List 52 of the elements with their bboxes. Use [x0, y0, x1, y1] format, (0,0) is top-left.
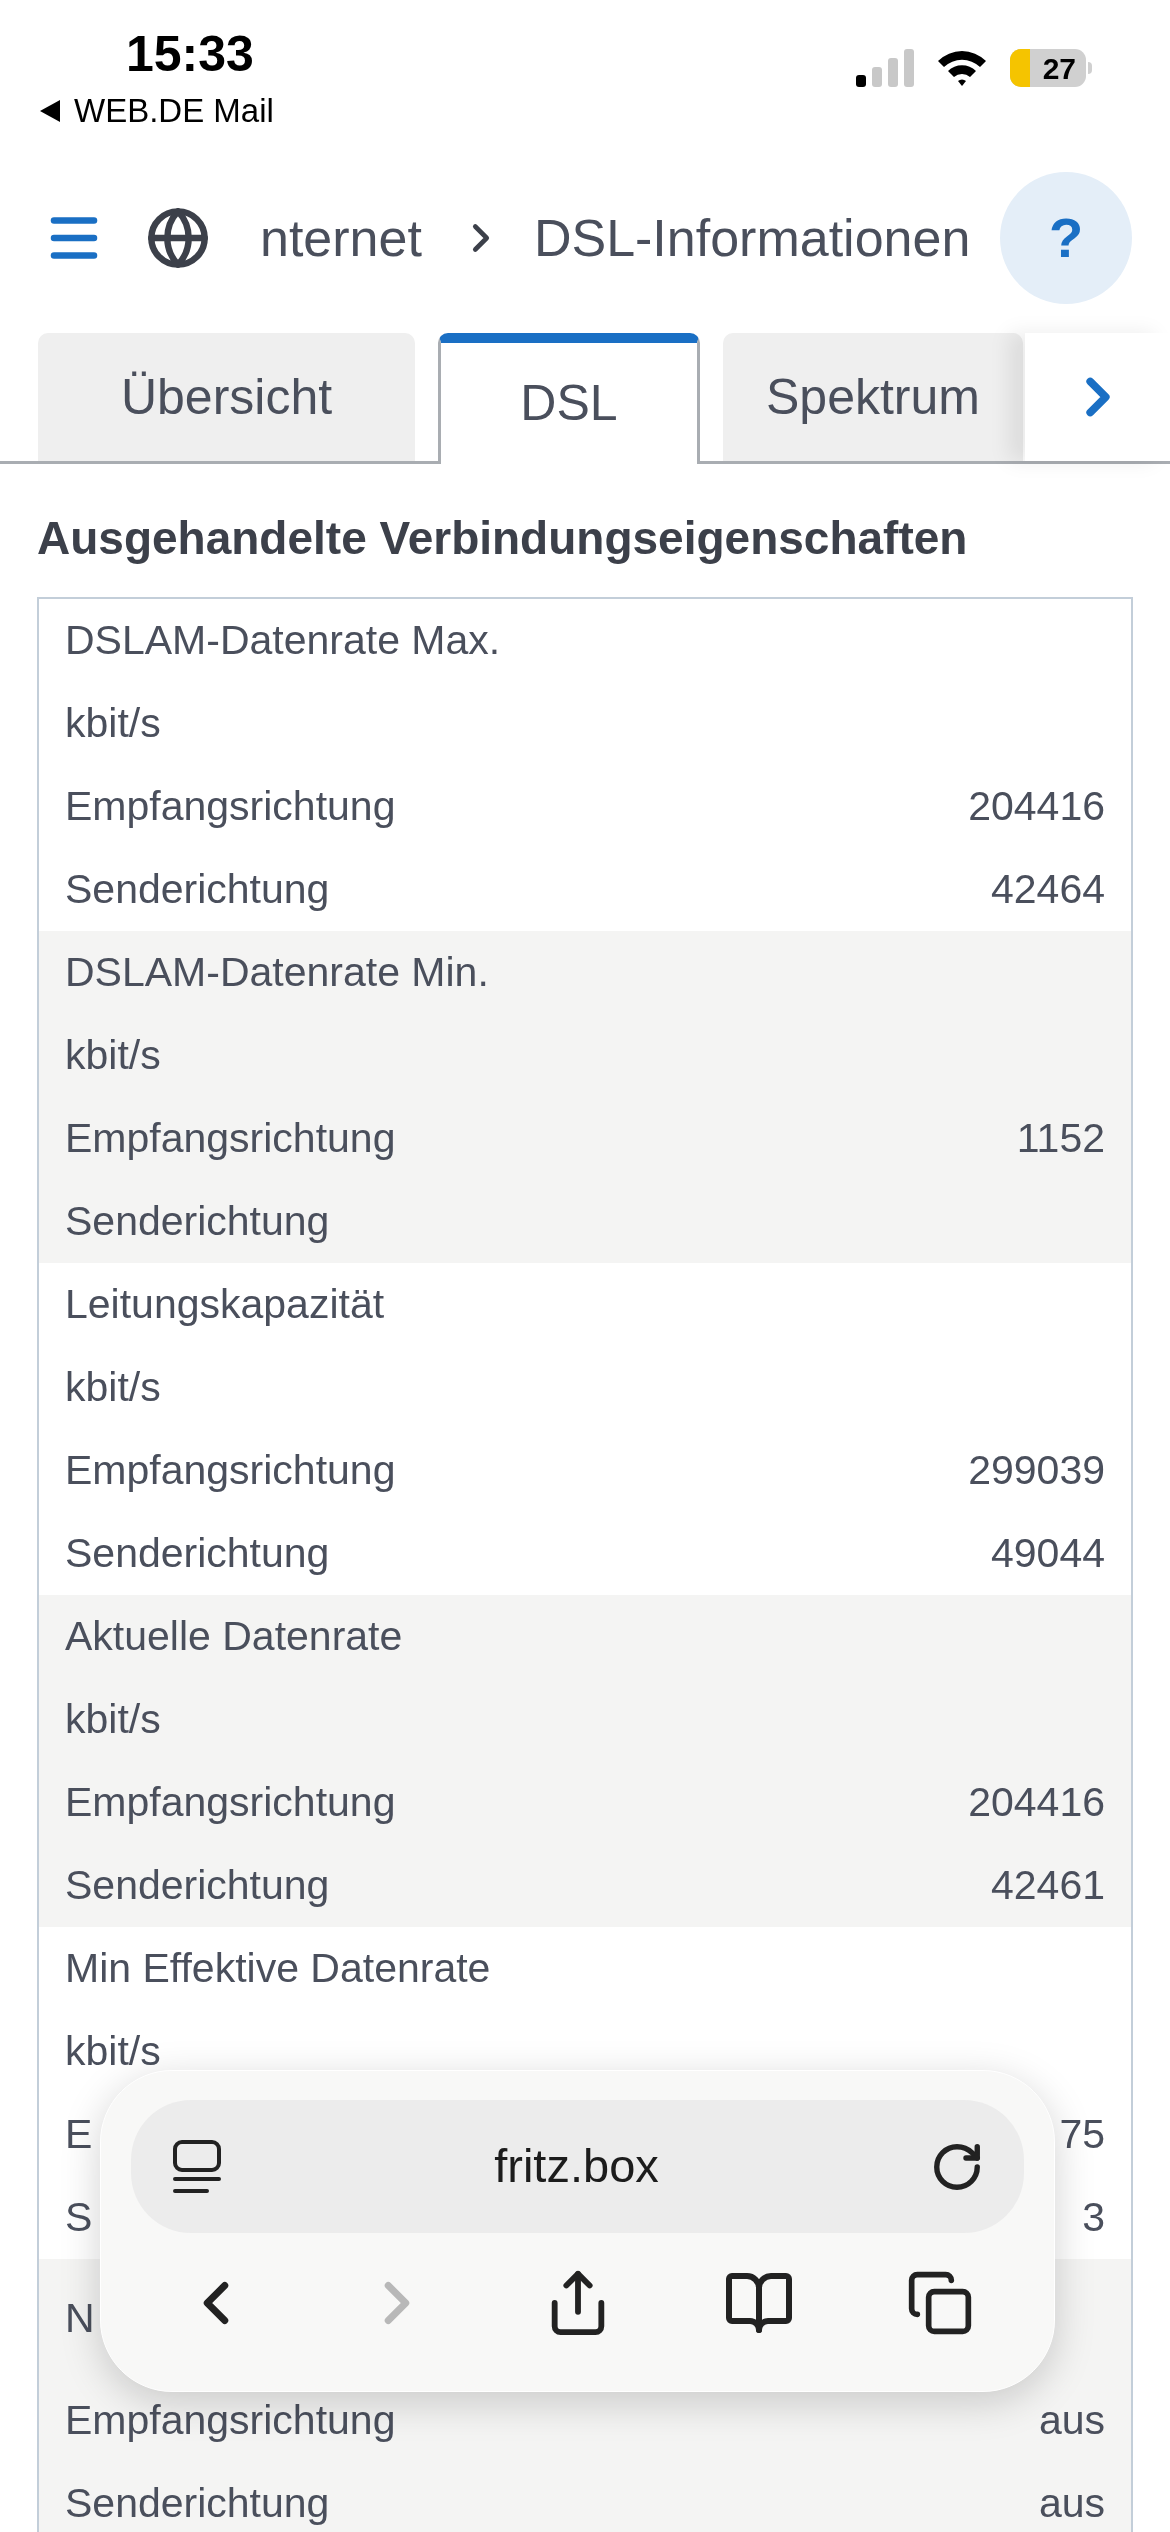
reader-icon[interactable] [171, 2138, 223, 2195]
tabs-icon[interactable] [906, 2269, 974, 2337]
row-value: 299039 [968, 1445, 1105, 1495]
tab[interactable]: Spektrum [723, 333, 1023, 461]
section-title: Ausgehandelte Verbindungseigenschaften [36, 511, 969, 566]
tab[interactable]: Übersicht [38, 333, 415, 461]
row-value: 204416 [968, 781, 1105, 831]
row-value: 3 [1082, 2192, 1105, 2242]
row-label: Senderichtung [65, 864, 330, 914]
unit-label: kbit/s [65, 2026, 161, 2076]
row-label: Senderichtung [65, 1528, 330, 1578]
row-label: Empfangsrichtung [65, 1445, 396, 1495]
row-label: Empfangsrichtung [65, 1777, 396, 1827]
row-label: Empfangsrichtung [65, 2395, 396, 2445]
breadcrumb-current: DSL-Informationen [533, 207, 971, 269]
row-value: 204416 [968, 1777, 1105, 1827]
row-label: Empfangsrichtung [65, 1113, 396, 1163]
battery-level: 27 [1042, 50, 1076, 87]
address-bar[interactable]: fritz.box [131, 2100, 1024, 2233]
row-label: E [65, 2109, 93, 2159]
row-label: Empfangsrichtung [65, 781, 396, 831]
row-value: 1152 [1016, 1113, 1105, 1163]
status-time: 15:33 [125, 25, 255, 84]
row-value: aus [1038, 2478, 1105, 2528]
unit-label: kbit/s [65, 1694, 161, 1744]
globe-icon[interactable] [146, 205, 210, 270]
row-label: Senderichtung [65, 1860, 330, 1910]
unit-label: kbit/s [65, 1030, 161, 1080]
group-title: Aktuelle Datenrate [65, 1611, 403, 1661]
row-value: 42461 [991, 1860, 1105, 1910]
back-app-link[interactable]: WEB.DE Mail [74, 86, 274, 136]
row-label: Senderichtung [65, 2478, 330, 2528]
group-title: DSLAM-Datenrate Max. [65, 615, 501, 665]
unit-label: kbit/s [65, 1362, 161, 1412]
row-value: aus [1038, 2395, 1105, 2445]
unit-label: kbit/s [65, 698, 161, 748]
group-title: Leitungskapazität [65, 1279, 385, 1329]
url-text[interactable]: fritz.box [494, 2131, 659, 2202]
group-title: N [65, 2294, 95, 2344]
row-label: S [65, 2192, 93, 2242]
breadcrumb-link[interactable]: nternet [260, 198, 422, 277]
signal-icon [856, 49, 914, 87]
tab[interactable]: DSL [438, 333, 700, 464]
back-triangle-icon[interactable] [38, 97, 62, 124]
row-label: Senderichtung [65, 1196, 330, 1246]
group-title: DSLAM-Datenrate Min. [65, 947, 489, 997]
row-value: 42464 [991, 864, 1105, 914]
group-title: Min Effektive Datenrate [65, 1943, 491, 1993]
row-value: 49044 [991, 1528, 1105, 1578]
wifi-icon [936, 49, 988, 87]
help-button[interactable]: ? [1000, 171, 1132, 304]
row-value: 75 [1059, 2109, 1105, 2159]
